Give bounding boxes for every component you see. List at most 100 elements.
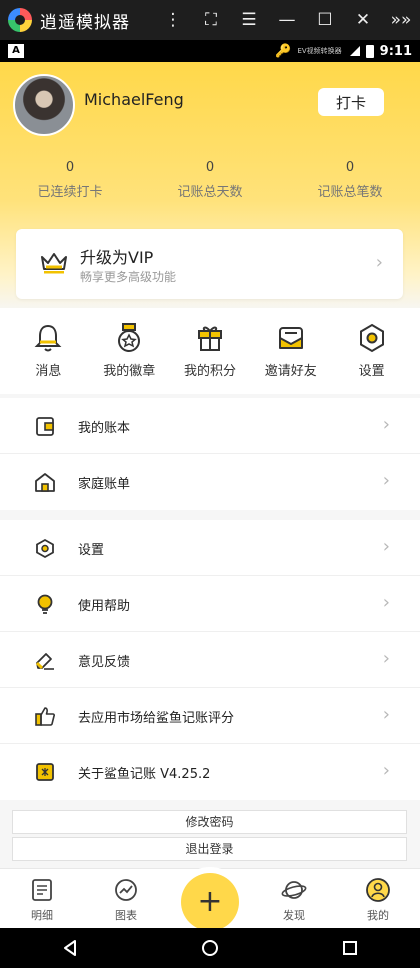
- screen: 逍遥模拟器 ⋮ ⛶ ☰ — ☐ ✕ »» A 🔑 EV视频转换器 9:11 Mi…: [0, 0, 420, 968]
- quick-action-messages[interactable]: 消息: [8, 308, 89, 394]
- home-circle-icon[interactable]: [201, 939, 219, 957]
- vip-title: 升级为VIP: [80, 248, 154, 267]
- list-item-rate-app[interactable]: 去应用市场给鲨鱼记账评分 ›: [0, 688, 420, 744]
- quick-action-label: 我的积分: [183, 364, 236, 379]
- chevron-right-icon: ›: [375, 252, 383, 273]
- recents-icon[interactable]: [341, 939, 359, 957]
- list-item-label: 我的账本: [78, 421, 131, 436]
- stat-streak: 0 已连续打卡: [0, 160, 140, 200]
- list-item-feedback[interactable]: 意见反馈 ›: [0, 632, 420, 688]
- stat-value: 0: [65, 160, 75, 175]
- hexagon-settings-icon: [36, 538, 54, 559]
- eraser-icon: [35, 653, 54, 670]
- minimize-icon[interactable]: —: [268, 0, 306, 40]
- nav-tab-discover[interactable]: 发现: [252, 869, 336, 928]
- emulator-title: 逍遥模拟器: [40, 12, 130, 33]
- emulator-title-bar: 逍遥模拟器 ⋮ ⛶ ☰ — ☐ ✕ »»: [0, 0, 420, 40]
- vpn-key-icon: 🔑: [275, 43, 292, 59]
- list-item-about[interactable]: 关于鲨鱼记账 V4.25.2 ›: [0, 744, 420, 800]
- change-password-button[interactable]: 修改密码: [12, 810, 407, 834]
- stat-days: 0 记账总天数: [140, 160, 280, 200]
- profile-icon: [366, 878, 390, 902]
- stat-label: 记账总笔数: [317, 185, 383, 200]
- lightbulb-icon: [37, 594, 53, 614]
- stat-value: 0: [205, 160, 215, 175]
- stat-label: 已连续打卡: [37, 185, 103, 200]
- home-icon: [35, 473, 55, 492]
- badge-icon: [118, 323, 141, 352]
- nav-tab-label: 明细: [31, 909, 53, 922]
- thumbs-up-icon: [35, 707, 55, 726]
- vip-subtitle: 畅享更多高级功能: [80, 270, 177, 284]
- plus-icon: +: [197, 884, 223, 919]
- app-logo-icon: [36, 763, 54, 781]
- wallet-icon: [36, 417, 54, 436]
- list-item-label: 去应用市场给鲨鱼记账评分: [78, 711, 235, 726]
- list-item-label: 意见反馈: [78, 655, 131, 670]
- status-icons: 🔑 EV视频转换器 9:11: [275, 44, 412, 59]
- chevron-right-icon: ›: [382, 704, 390, 725]
- quick-action-points[interactable]: 我的积分: [170, 308, 251, 394]
- emulator-controls: ⋮ ⛶ ☰ — ☐ ✕ »»: [154, 0, 420, 40]
- bell-icon: [34, 324, 62, 352]
- chart-icon: [115, 879, 137, 901]
- sidebar-toggle-icon[interactable]: »»: [382, 0, 420, 40]
- recorder-watermark: EV视频转换器: [297, 47, 342, 55]
- close-icon[interactable]: ✕: [344, 0, 382, 40]
- nav-tab-details[interactable]: 明细: [0, 869, 84, 928]
- list-item-family-bill[interactable]: 家庭账单 ›: [0, 454, 420, 510]
- chevron-right-icon: ›: [382, 760, 390, 781]
- back-icon[interactable]: [61, 939, 79, 957]
- nav-tab-label: 我的: [367, 909, 389, 922]
- list-item-settings[interactable]: 设置 ›: [0, 520, 420, 576]
- chevron-right-icon: ›: [382, 414, 390, 435]
- stat-value: 0: [345, 160, 355, 175]
- list-item-my-ledger[interactable]: 我的账本 ›: [0, 398, 420, 454]
- vip-upgrade-card[interactable]: 升级为VIP 畅享更多高级功能 ›: [16, 229, 403, 299]
- quick-action-badges[interactable]: 我的徽章: [89, 308, 170, 394]
- crown-icon: [41, 253, 67, 274]
- account-list: 我的账本 › 家庭账单 ›: [0, 398, 420, 510]
- maximize-icon[interactable]: ☐: [306, 0, 344, 40]
- hexagon-settings-icon: [359, 323, 384, 353]
- status-bar: A 🔑 EV视频转换器 9:11: [0, 40, 420, 62]
- fullscreen-icon[interactable]: ⛶: [192, 0, 230, 40]
- list-item-label: 使用帮助: [78, 599, 131, 614]
- stat-records: 0 记账总笔数: [280, 160, 420, 200]
- chevron-right-icon: ›: [382, 592, 390, 613]
- battery-icon: [365, 44, 374, 58]
- notification-badge: A: [8, 44, 24, 58]
- avatar[interactable]: [13, 74, 75, 136]
- user-name: MichaelFeng: [84, 90, 184, 109]
- stats-row: 0 已连续打卡 0 记账总天数 0 记账总笔数: [0, 160, 420, 200]
- list-item-help[interactable]: 使用帮助 ›: [0, 576, 420, 632]
- list-item-label: 家庭账单: [78, 477, 131, 492]
- quick-action-label: 消息: [35, 364, 62, 379]
- nav-tab-label: 图表: [115, 909, 137, 922]
- chevron-right-icon: ›: [382, 536, 390, 557]
- quick-action-label: 我的徽章: [103, 364, 156, 379]
- emulator-logo-icon: [8, 8, 32, 32]
- planet-icon: [281, 881, 307, 899]
- menu-icon[interactable]: ☰: [230, 0, 268, 40]
- gift-icon: [197, 326, 222, 351]
- list-item-label: 设置: [78, 543, 105, 558]
- checkin-button[interactable]: 打卡: [318, 88, 384, 116]
- nav-tab-mine[interactable]: 我的: [336, 869, 420, 928]
- signal-icon: [349, 46, 360, 56]
- add-record-button[interactable]: +: [181, 873, 239, 931]
- logout-button[interactable]: 退出登录: [12, 837, 407, 861]
- more-menu-icon[interactable]: ⋮: [154, 0, 192, 40]
- quick-action-settings[interactable]: 设置: [331, 308, 412, 394]
- list-icon: [32, 879, 52, 901]
- chevron-right-icon: ›: [382, 470, 390, 491]
- nav-tab-label: 发现: [283, 909, 305, 922]
- quick-action-label: 设置: [358, 364, 385, 379]
- quick-action-label: 邀请好友: [264, 364, 317, 379]
- chevron-right-icon: ›: [382, 648, 390, 669]
- quick-action-invite[interactable]: 邀请好友: [250, 308, 331, 394]
- system-navigation-bar: [0, 928, 420, 968]
- quick-actions-row: 消息 我的徽章 我的积分 邀请好友 设置: [0, 308, 420, 394]
- nav-tab-charts[interactable]: 图表: [84, 869, 168, 928]
- stat-label: 记账总天数: [177, 185, 243, 200]
